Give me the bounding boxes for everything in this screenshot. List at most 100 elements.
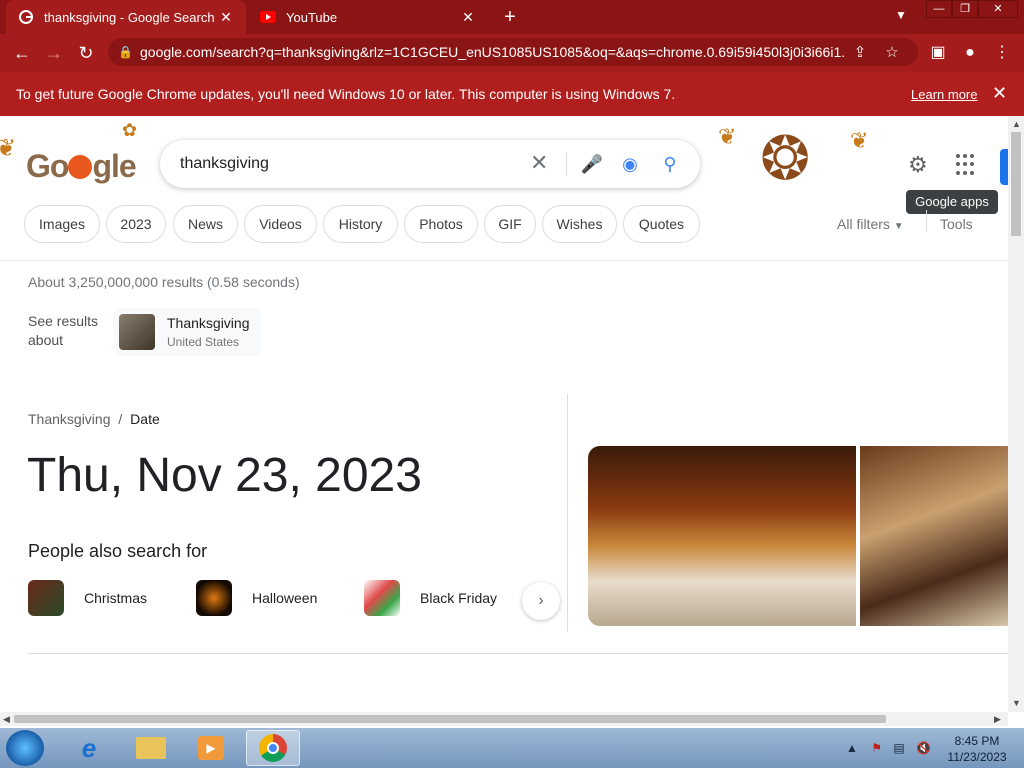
entity-chip[interactable]: Thanksgiving United States xyxy=(113,308,261,356)
scrollbar-thumb[interactable] xyxy=(1011,132,1021,236)
youtube-icon xyxy=(260,9,276,25)
new-tab-button[interactable]: + xyxy=(498,5,522,29)
divider xyxy=(28,653,1008,654)
lens-icon[interactable]: ◉ xyxy=(618,152,642,176)
microphone-icon[interactable]: 🎤 xyxy=(580,152,604,176)
learn-more-link[interactable]: Learn more xyxy=(911,87,977,102)
breadcrumb-separator: / xyxy=(118,411,123,427)
network-icon[interactable]: ▤ xyxy=(893,741,904,755)
breadcrumb: Thanksgiving / Date xyxy=(28,411,160,427)
chip-history[interactable]: History xyxy=(323,205,398,243)
url-text[interactable]: google.com/search?q=thanksgiving&rlz=1C1… xyxy=(140,44,844,60)
chip-2023[interactable]: 2023 xyxy=(106,205,166,243)
result-stats: About 3,250,000,000 results (0.58 second… xyxy=(28,274,300,290)
search-results-page: ❦ ✿ Go gle thanksgiving ✕ 🎤 ◉ ⚲ ❦ ❂ ❦ ⚙ G… xyxy=(0,116,1008,712)
taskbar-clock[interactable]: 8:45 PM 11/23/2023 xyxy=(940,733,1014,765)
windows-start-icon[interactable] xyxy=(6,730,44,766)
chevron-right-icon[interactable]: › xyxy=(522,582,560,620)
scroll-right-icon[interactable]: ▶ xyxy=(994,714,1001,725)
halloween-thumbnail xyxy=(196,580,232,616)
lock-icon: 🔒 xyxy=(118,45,133,59)
chip-gif[interactable]: GIF xyxy=(484,205,536,243)
divider xyxy=(926,210,927,232)
item-label: Christmas xyxy=(84,590,148,606)
item-label: Halloween xyxy=(252,590,318,606)
leaf-decoration-icon: ❦ xyxy=(718,124,737,149)
share-icon[interactable]: ⇪ xyxy=(844,43,876,61)
scroll-left-icon[interactable]: ◀ xyxy=(3,714,10,725)
google-doodle-logo[interactable]: Go gle xyxy=(26,148,137,185)
window-close-button[interactable]: ✕ xyxy=(978,0,1018,18)
entity-name: Thanksgiving xyxy=(167,315,250,331)
file-explorer-icon[interactable] xyxy=(124,730,178,766)
chevron-down-icon[interactable]: ▼ xyxy=(895,8,907,22)
search-box[interactable]: thanksgiving ✕ 🎤 ◉ ⚲ xyxy=(160,140,700,188)
profile-icon[interactable]: ● xyxy=(958,41,982,65)
see-results-label: See results about xyxy=(28,313,99,348)
vertical-scrollbar[interactable]: ▲ ▼ xyxy=(1008,116,1024,712)
people-also-search-item[interactable]: Halloween xyxy=(196,580,317,616)
close-icon[interactable]: ✕ xyxy=(992,83,1007,104)
chip-news[interactable]: News xyxy=(173,205,238,243)
scroll-down-icon[interactable]: ▼ xyxy=(1012,698,1021,708)
close-tab-icon[interactable]: ✕ xyxy=(460,9,476,26)
close-tab-icon[interactable]: ✕ xyxy=(218,9,234,26)
media-player-icon[interactable]: ▶ xyxy=(184,730,238,766)
back-arrow-icon[interactable]: ← xyxy=(8,39,36,67)
turkey-decoration-icon: ❂ xyxy=(760,125,811,192)
divider xyxy=(0,260,1008,261)
chip-quotes[interactable]: Quotes xyxy=(623,205,700,243)
people-also-search-item[interactable]: Black Friday xyxy=(364,580,497,616)
divider xyxy=(566,152,567,176)
side-panel-icon[interactable]: ▣ xyxy=(926,41,950,65)
windows-taskbar: e ▶ ▲ ⚑ ▤ 🔇 8:45 PM 11/23/2023 xyxy=(0,728,1024,768)
internet-explorer-icon[interactable]: e xyxy=(62,730,116,766)
gear-icon[interactable]: ⚙ xyxy=(908,152,928,178)
people-also-search-item[interactable]: Christmas xyxy=(28,580,147,616)
people-also-search-heading: People also search for xyxy=(28,541,208,561)
clock-date: 11/23/2023 xyxy=(947,750,1007,764)
minimize-button[interactable]: — xyxy=(926,0,952,18)
chip-photos[interactable]: Photos xyxy=(404,205,478,243)
leaf-decoration-icon: ❦ xyxy=(850,128,869,153)
infobar-message: To get future Google Chrome updates, you… xyxy=(16,86,676,102)
chrome-icon[interactable] xyxy=(246,730,300,766)
all-filters-button[interactable]: All filters ▼ xyxy=(837,216,904,232)
search-input[interactable]: thanksgiving xyxy=(180,155,269,173)
forward-arrow-icon[interactable]: → xyxy=(40,39,68,67)
entity-subtitle: United States xyxy=(167,335,240,349)
thanksgiving-feast-image[interactable] xyxy=(860,446,1008,626)
maximize-button[interactable]: ❐ xyxy=(952,0,978,18)
black-friday-thumbnail xyxy=(364,580,400,616)
scroll-up-icon[interactable]: ▲ xyxy=(1012,119,1021,129)
address-bar[interactable]: 🔒 google.com/search?q=thanksgiving&rlz=1… xyxy=(108,38,918,66)
system-tray: ▲ ⚑ ▤ 🔇 xyxy=(846,741,931,755)
volume-muted-icon[interactable]: 🔇 xyxy=(916,741,931,755)
menu-dots-icon[interactable]: ⋮ xyxy=(990,41,1014,65)
thanksgiving-turkey-image[interactable] xyxy=(588,446,856,626)
leaf-decoration-icon: ❦ xyxy=(0,135,17,162)
tab-youtube[interactable]: YouTube ✕ xyxy=(248,0,488,34)
sign-in-button[interactable] xyxy=(1000,149,1008,185)
google-apps-icon[interactable] xyxy=(956,154,978,176)
breadcrumb-parent[interactable]: Thanksgiving xyxy=(28,411,111,427)
tab-google-search[interactable]: thanksgiving - Google Search ✕ xyxy=(6,0,246,34)
google-apps-tooltip: Google apps xyxy=(906,190,998,214)
tools-button[interactable]: Tools xyxy=(940,216,973,232)
answer-date: Thu, Nov 23, 2023 xyxy=(27,449,422,502)
action-center-icon[interactable]: ⚑ xyxy=(871,741,882,755)
horizontal-scrollbar[interactable]: ◀ ▶ xyxy=(0,712,1008,726)
chip-wishes[interactable]: Wishes xyxy=(542,205,617,243)
leaf-decoration-icon: ✿ xyxy=(122,120,138,140)
tab-title: YouTube xyxy=(286,9,338,25)
show-hidden-icons[interactable]: ▲ xyxy=(846,741,858,755)
all-filters-label: All filters xyxy=(837,216,890,232)
reload-icon[interactable]: ↻ xyxy=(72,39,100,67)
star-icon[interactable]: ☆ xyxy=(876,43,908,61)
chip-videos[interactable]: Videos xyxy=(244,205,317,243)
scrollbar-thumb[interactable] xyxy=(14,715,886,723)
search-icon[interactable]: ⚲ xyxy=(658,152,682,176)
clear-icon[interactable]: ✕ xyxy=(530,150,548,176)
chip-images[interactable]: Images xyxy=(24,205,100,243)
clock-time: 8:45 PM xyxy=(954,734,1000,748)
